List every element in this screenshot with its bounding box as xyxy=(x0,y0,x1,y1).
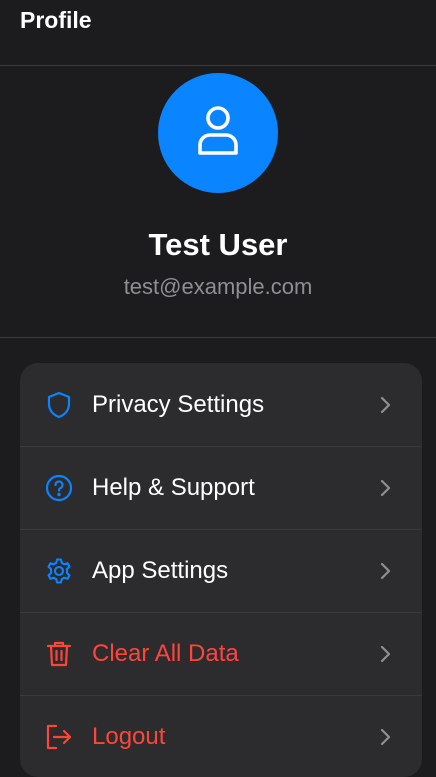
settings-menu: Privacy Settings Help & Support App Sett… xyxy=(20,363,422,777)
menu-item-label: App Settings xyxy=(92,556,229,584)
menu-item-label: Clear All Data xyxy=(92,639,239,667)
chevron-right-icon xyxy=(378,727,392,747)
menu-item-app-settings[interactable]: App Settings xyxy=(20,529,422,612)
top-header: Profile xyxy=(0,0,436,66)
help-circle-icon xyxy=(44,473,74,503)
profile-section: Test User test@example.com xyxy=(0,66,436,338)
menu-item-label: Logout xyxy=(92,722,166,750)
menu-item-privacy-settings[interactable]: Privacy Settings xyxy=(20,363,422,446)
logout-icon xyxy=(44,722,74,752)
chevron-right-icon xyxy=(378,644,392,664)
chevron-right-icon xyxy=(378,395,392,415)
user-name: Test User xyxy=(148,227,288,262)
gear-icon xyxy=(44,556,74,586)
menu-item-label: Help & Support xyxy=(92,473,255,501)
shield-icon xyxy=(44,390,74,420)
user-email: test@example.com xyxy=(123,274,313,299)
avatar xyxy=(158,73,278,193)
user-icon xyxy=(196,105,240,162)
chevron-right-icon xyxy=(378,561,392,581)
menu-item-label: Privacy Settings xyxy=(92,390,265,418)
chevron-right-icon xyxy=(378,478,392,498)
menu-item-logout[interactable]: Logout xyxy=(20,695,422,777)
page-title: Profile xyxy=(20,7,92,33)
trash-icon xyxy=(44,639,74,669)
menu-item-help-support[interactable]: Help & Support xyxy=(20,446,422,529)
menu-item-clear-all-data[interactable]: Clear All Data xyxy=(20,612,422,695)
